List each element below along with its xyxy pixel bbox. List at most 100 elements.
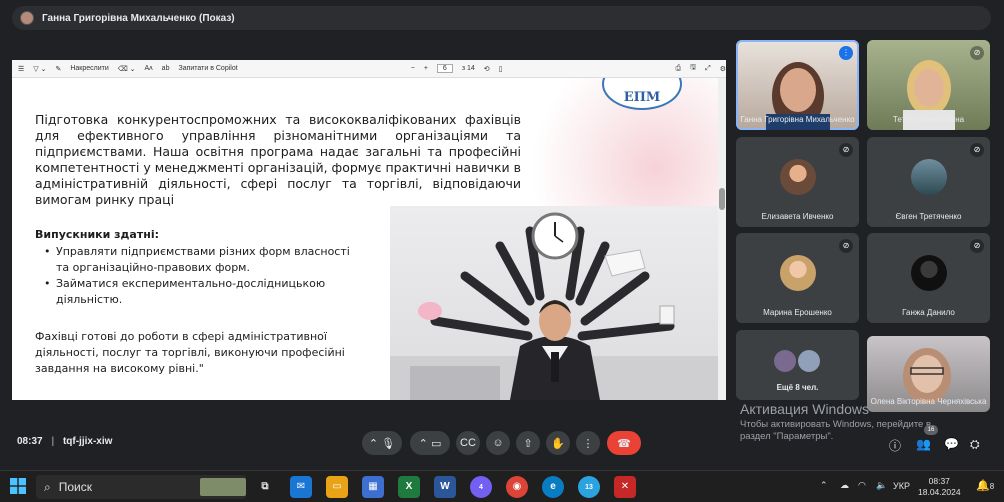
participant-tile[interactable]: ⊘ Тетяна Миколаївна [867,40,990,130]
participant-name: Євген Третяченко [895,212,962,221]
word-icon[interactable]: W [434,476,456,498]
presenter-avatar [20,11,34,25]
mic-off-icon: ⊘ [970,143,984,157]
zoom-out-button[interactable]: − [411,65,415,72]
volume-icon[interactable]: 🔈 [876,480,887,491]
participant-name: Тетяна Миколаївна [892,115,965,124]
menu-icon[interactable]: ☰ [18,65,24,73]
participant-tile[interactable]: ⊘ Ганжа Данило [867,233,990,323]
info-icon[interactable]: ⓘ [889,437,901,454]
rotate-icon[interactable]: ⟲ [484,65,490,73]
businessman-image [390,206,718,400]
mic-off-icon: ⊘ [970,239,984,253]
slide-conclusion: Фахівці готові до роботи в сфері адмініс… [35,330,345,375]
copilot-button[interactable]: Запитати в Copilot [178,65,237,72]
page-number-input[interactable]: 6 [436,64,453,73]
slide: ЕПМ Підготовка конкурентоспроможних та в… [12,78,718,400]
read-aloud-icon[interactable]: ab [162,65,170,72]
avatar [798,350,820,372]
search-placeholder: Поиск [58,480,92,494]
participant-tile[interactable]: ⊘ Марина Ерошенко [736,233,859,323]
save-icon[interactable]: 🖫 [690,63,696,74]
present-button[interactable]: ⇧ [516,431,540,455]
mic-off-icon: ⊘ [839,239,853,253]
more-vert-icon: ⋮ [582,437,594,450]
fullscreen-icon[interactable]: ⤢ [705,65,711,73]
onedrive-icon[interactable]: ☁ [840,480,849,491]
speaking-indicator-icon: ⋮ [839,46,853,60]
windows-taskbar: ⌕ Поиск ⧉ ✉ ▭ ▦ X W 4 ◉ e 13 ✕ ⌃ ☁ ◠ 🔈 У… [0,470,1004,502]
participant-tile[interactable]: ⊘ Євген Третяченко [867,137,990,227]
more-participants-tile[interactable]: Ещё 8 чел. [736,330,859,400]
more-participants-label: Ещё 8 чел. [776,383,819,392]
microphone-button[interactable]: ⌃ 🎙 [362,431,402,455]
avatar [780,159,816,195]
participant-name: Елизавета Ивченко [761,212,834,221]
scrollbar-thumb[interactable] [719,188,725,210]
notifications-icon[interactable]: 🔔8 [976,479,994,492]
eraser-icon[interactable]: ⌫ ⌄ [118,65,136,73]
camera-icon: ▭ [430,437,442,450]
leave-call-button[interactable]: ☎ [607,431,641,455]
mail-icon[interactable]: ✉ [290,476,312,498]
chrome-icon[interactable]: ◉ [506,476,528,498]
phone-end-icon: ☎ [617,437,631,450]
taskbar-search[interactable]: ⌕ Поиск [36,475,246,499]
draw-button[interactable]: Накреслити [70,65,108,72]
meeting-time-code: 08:37 | tqf-jjix-xiw [17,436,113,447]
microphone-icon: 🎙 [381,437,396,450]
avatar [911,255,947,291]
hand-icon: ✋ [551,437,565,450]
pdf-viewer-toolbar: ☰ ▽ ⌄ ✎ Накреслити ⌫ ⌄ Aʌ ab Запитати в … [12,60,726,78]
chevron-up-icon: ⌃ [418,437,428,450]
meeting-code: tqf-jjix-xiw [62,436,113,447]
shared-screen: ☰ ▽ ⌄ ✎ Накреслити ⌫ ⌄ Aʌ ab Запитати в … [12,60,726,400]
emoji-icon: ☺ [492,437,504,449]
participant-count-badge: 16 [924,425,938,435]
pdf-x-icon[interactable]: ✕ [614,476,636,498]
zoom-in-button[interactable]: + [424,65,428,72]
slide-intro: Підготовка конкурентоспроможних та висок… [35,112,521,207]
windows-start-icon[interactable] [10,478,26,494]
excel-icon[interactable]: X [398,476,420,498]
presenter-name: Ганна Григорівна Михальченко (Показ) [42,12,235,24]
text-icon[interactable]: Aʌ [145,65,153,72]
taskbar-clock[interactable]: 08:37 18.04.2024 [918,476,961,498]
language-indicator[interactable]: УКР [893,481,910,491]
avatar [780,255,816,291]
draw-icon[interactable]: ✎ [55,65,61,73]
chevron-up-icon: ⌃ [368,437,379,450]
wifi-icon[interactable]: ◠ [858,480,866,491]
captions-icon: CC [460,437,476,449]
participant-tile[interactable]: ⊘ Елизавета Ивченко [736,137,859,227]
avatar [911,159,947,195]
mic-off-icon: ⊘ [839,143,853,157]
viber-icon[interactable]: 4 [470,476,492,498]
edge-icon[interactable]: e [542,476,564,498]
participant-name: Ганжа Данило [902,308,955,317]
more-options-button[interactable]: ⋮ [576,431,600,455]
reactions-button[interactable]: ☺ [486,431,510,455]
mic-off-icon: ⊘ [970,46,984,60]
participant-name: Ганна Григорівна Михальченко [740,115,855,124]
fit-icon[interactable]: ▯ [499,65,503,73]
slide-scrollbar[interactable] [718,78,726,400]
search-icon: ⌕ [44,479,51,494]
page-total: з 14 [461,65,475,72]
chevron-up-icon[interactable]: ⌃ [820,480,828,491]
activities-icon[interactable]: ⛭ [970,437,980,452]
chat-icon[interactable]: 💬 [944,437,959,451]
settings-icon[interactable]: ⚙ [720,65,726,73]
print-icon[interactable]: ⎙ [676,65,682,73]
people-icon[interactable]: 👥 [916,437,931,451]
telegram-icon[interactable]: 13 [578,476,600,498]
search-highlight-image [200,478,246,496]
task-view-icon[interactable]: ⧉ [254,476,276,498]
raise-hand-button[interactable]: ✋ [546,431,570,455]
file-explorer-icon[interactable]: ▭ [326,476,348,498]
camera-button[interactable]: ⌃ ▭ [410,431,450,455]
highlight-icon[interactable]: ▽ ⌄ [33,65,46,73]
store-icon[interactable]: ▦ [362,476,384,498]
participant-tile[interactable]: ⋮ Ганна Григорівна Михальченко [736,40,859,130]
captions-button[interactable]: CC [456,431,480,455]
